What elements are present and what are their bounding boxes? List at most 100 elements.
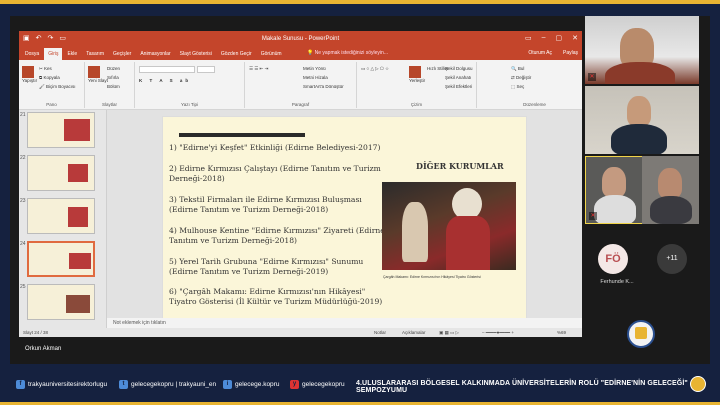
find-button[interactable]: 🔍 Bul [511,66,524,72]
group-editing: 🔍 Bul ⇄ Değiştir ⬚ Seç Düzenleme [507,62,562,108]
footer-social-facebook: f trakyauniversitesirektorlugu [16,380,107,389]
tab-design[interactable]: Tasarım [82,48,108,60]
slides-group-label: Slaytlar [101,102,117,107]
university-logo [627,320,655,348]
text-direction-button[interactable]: Metin Yönü [303,66,326,71]
footer-banner: f trakyauniversitesirektorlugu t gelecegek… [0,367,720,402]
smartart-button[interactable]: SmartArt'a Dönüştür [303,84,344,89]
video-tile-4[interactable] [642,156,699,224]
notes-input[interactable]: Not eklemek için tıklatın [107,318,582,328]
participant-avatar[interactable]: FÖ [598,244,628,274]
shape-fill-button[interactable]: Şekil Dolgusu [445,66,473,71]
slide-heading: DİĞER KURUMLAR [416,161,504,171]
tell-me-search[interactable]: 💡 Ne yapmak istediğinizi söyleyin... [307,50,388,56]
align-text-button[interactable]: Metni Hizala [303,75,328,80]
arrange-icon [409,66,421,78]
share-button[interactable]: Paylaş [563,50,578,56]
instagram-icon: i [223,380,232,389]
comments-button[interactable]: Açıklamalar [402,330,426,335]
format-painter-button[interactable]: 🖌 Biçim Boyacısı [39,84,75,90]
shape-effects-button[interactable]: Şekil Efektleri [445,84,472,89]
font-group-label: Yazı Tipi [181,102,198,107]
slide-thumbnails-pane: 21 22 23 24 25 [19,110,107,328]
powerpoint-window: ▣ ↶ ↷ ▭ Makale Sunusu - PowerPoint ▭ – ▢… [19,31,582,337]
facebook-icon: f [16,380,25,389]
slide-item-5: 5) Yerel Tarih Grubuna "Edirne Kırmızısı… [169,257,364,276]
slide-editor: 1) "Edirne'yi Keşfet" Etkinliği (Edirne … [107,110,582,328]
tab-review[interactable]: Gözden Geçir [217,48,256,60]
select-button[interactable]: ⬚ Seç [511,84,524,90]
layout-button[interactable]: Düzen [107,66,120,71]
presenter-name-strip: Orkun Akman [19,341,582,357]
new-slide-icon [88,66,100,78]
minimize-icon[interactable]: – [542,34,546,42]
footer-social-twitter: t gelecegekopru | trakyauni_en [119,380,216,389]
presenter-name: Orkun Akman [25,346,62,352]
theater-photo [382,182,516,270]
tab-insert[interactable]: Ekle [63,48,81,60]
slide-thumbnail-25[interactable] [27,284,95,320]
shape-outline-button[interactable]: Şekil Anahatı [445,75,471,80]
shapes-gallery[interactable]: ▭ ○ △ ▷ ⬠ ☆ [361,66,389,72]
thumb-number: 21 [20,112,26,118]
tab-transitions[interactable]: Geçişler [109,48,135,60]
more-participants-button[interactable]: +11 [657,244,687,274]
zoom-slider[interactable]: – ━━━━●━━━━ + [482,330,514,336]
ribbon-options-icon[interactable]: ▭ [525,34,532,42]
slide-thumbnail-24[interactable] [27,241,95,277]
thumb-number: 24 [20,241,26,247]
thumb-number: 23 [20,198,26,204]
maximize-icon[interactable]: ▢ [556,34,563,42]
slide-item-1: 1) "Edirne'yi Keşfet" Etkinliği (Edirne … [169,143,381,152]
video-tile-1[interactable]: ✕ [585,16,699,84]
font-name-box[interactable] [139,66,195,73]
replace-button[interactable]: ⇄ Değiştir [511,75,531,81]
slide-thumbnail-23[interactable] [27,198,95,234]
close-icon[interactable]: ✕ [572,34,578,42]
footer-social-youtube: y gelecegekopru [290,380,345,389]
zoom-level[interactable]: %69 [557,330,566,335]
view-buttons[interactable]: ▣ ▦ ▭ ▷ [439,330,459,336]
youtube-icon: y [290,380,299,389]
list-buttons[interactable]: ☰ ☰ ⇤ ⇥ [249,66,268,72]
video-tile-2[interactable] [585,86,699,154]
thumb-number: 25 [20,284,26,290]
tab-view[interactable]: Görünüm [257,48,286,60]
photo-caption: Çargâh Makamı: Edirne Kırmızısı'nın Hikâ… [383,275,481,279]
participant-row: FÖ Ferhunde K... +11 [585,236,699,296]
section-button[interactable]: Bölüm [107,84,120,89]
video-tile-3-active-speaker[interactable]: ✕ [585,156,643,224]
paste-button[interactable]: Yapıştır [22,66,37,83]
participant-name: Ferhunde K... [600,279,634,285]
notes-button[interactable]: Notlar [374,330,386,335]
slide-thumbnail-22[interactable] [27,155,95,191]
tab-home[interactable]: Giriş [44,48,63,60]
cut-button[interactable]: ✂ Kes [39,66,52,72]
current-slide[interactable]: 1) "Edirne'yi Keşfet" Etkinliği (Edirne … [162,116,527,321]
slide-item-2: 2) Edirne Kırmızısı Çalıştayı (Edirne Ta… [169,164,381,183]
font-size-box[interactable] [197,66,215,73]
tab-slideshow[interactable]: Slayt Gösterisi [176,48,216,60]
tab-file[interactable]: Dosya [21,48,43,60]
mic-muted-icon: ✕ [588,73,596,81]
copy-button[interactable]: ⧉ Kopyala [39,75,60,80]
tab-animations[interactable]: Animasyonlar [136,48,174,60]
font-format-buttons[interactable]: K T A S ab [139,78,191,83]
title-bar-decoration [179,133,305,137]
slide-thumbnail-21[interactable] [27,112,95,148]
group-drawing: ▭ ○ △ ▷ ⬠ ☆ Yerleştir Hızlı Stiller Şeki… [357,62,477,108]
status-bar: Slayt 24 / 38 Notlar Açıklamalar ▣ ▦ ▭ ▷… [19,328,582,337]
slide-counter: Slayt 24 / 38 [23,330,49,335]
footer-social-instagram: i gelecege.kopru [223,380,279,389]
group-clipboard: Yapıştır ✂ Kes ⧉ Kopyala 🖌 Biçim Boyacıs… [19,62,85,108]
slide-item-4: 4) Mulhouse Kentine "Edirne Kırmızısı" Z… [169,226,385,245]
arrange-button[interactable]: Yerleştir [409,66,425,83]
tell-me-text: Ne yapmak istediğinizi söyleyin... [314,50,388,56]
sign-in-link[interactable]: Oturum Aç [528,50,552,56]
group-font: K T A S ab Yazı Tipi [135,62,245,108]
group-paragraph: ☰ ☰ ⇤ ⇥ Metin Yönü Metni Hizala SmartArt… [245,62,357,108]
reset-button[interactable]: Sıfırla [107,75,119,80]
new-slide-button[interactable]: Yeni Slayt [88,66,108,83]
editing-group-label: Düzenleme [523,102,546,107]
ribbon-home: Yapıştır ✂ Kes ⧉ Kopyala 🖌 Biçim Boyacıs… [19,60,582,110]
